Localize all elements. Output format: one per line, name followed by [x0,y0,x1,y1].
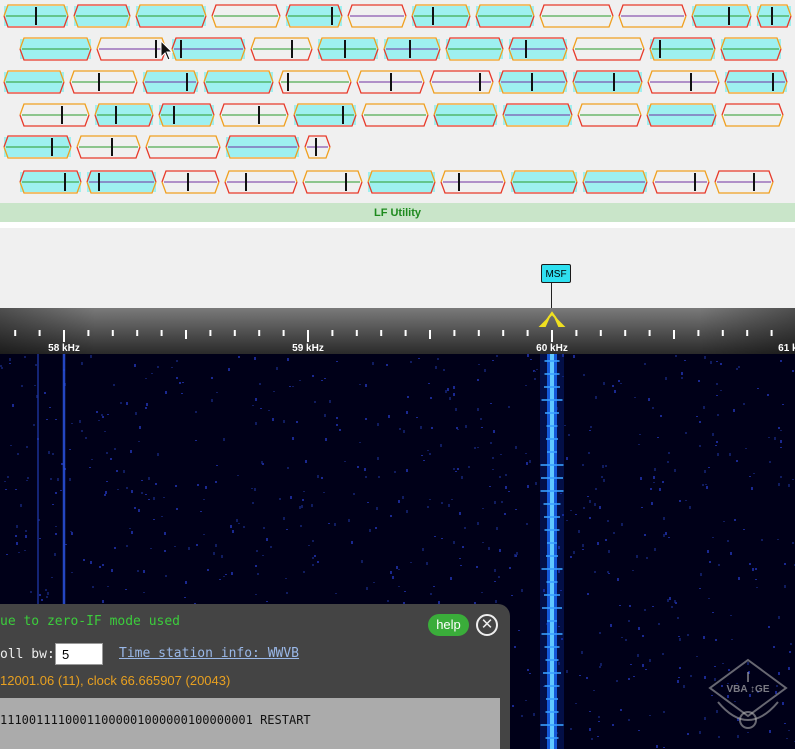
timing-row [19,103,784,127]
scale-label-58: 58 kHz [48,343,80,354]
timing-row [19,37,782,61]
timing-row [19,170,774,194]
station-tag-msf[interactable]: MSF [541,264,571,283]
scale-label-60: 60 kHz [536,343,568,354]
extension-panel: ue to zero-IF mode used help ✕ oll bw: T… [0,604,510,749]
frequency-scale[interactable]: 58 kHz 59 kHz 60 kHz 61 kHz [0,308,795,354]
decoder-status: 12001.06 (11), clock 66.665907 (20043) [0,673,231,688]
svg-text:VBA ↕GE: VBA ↕GE [727,684,770,695]
time-station-info-link[interactable]: Time station info: WWVB [119,646,299,661]
logo-icon: VBA ↕GE [708,658,788,729]
timing-row [3,135,331,159]
decoder-timing-display [0,0,795,200]
scale-label-61: 61 kHz [778,343,795,354]
band-label: LF Utility [373,206,422,219]
timing-traces [3,4,792,194]
console-text: 11100111100011000001000000100000001 REST… [0,713,311,727]
help-button[interactable]: help [428,614,469,636]
station-tag-stem [551,283,552,308]
scroll-bw-label: oll bw: [0,647,55,662]
dx-label-area [0,228,795,308]
close-icon[interactable]: ✕ [476,614,498,636]
panel-message: ue to zero-IF mode used [0,614,181,629]
scroll-bw-input[interactable] [55,643,103,665]
timing-row [3,4,792,28]
mouse-pointer-icon [160,40,174,61]
band-bar[interactable]: LF Utility [0,203,795,222]
decoder-console: 11100111100011000001000000100000001 REST… [0,698,500,749]
scale-label-59: 59 kHz [292,343,324,354]
timing-row [3,70,788,94]
